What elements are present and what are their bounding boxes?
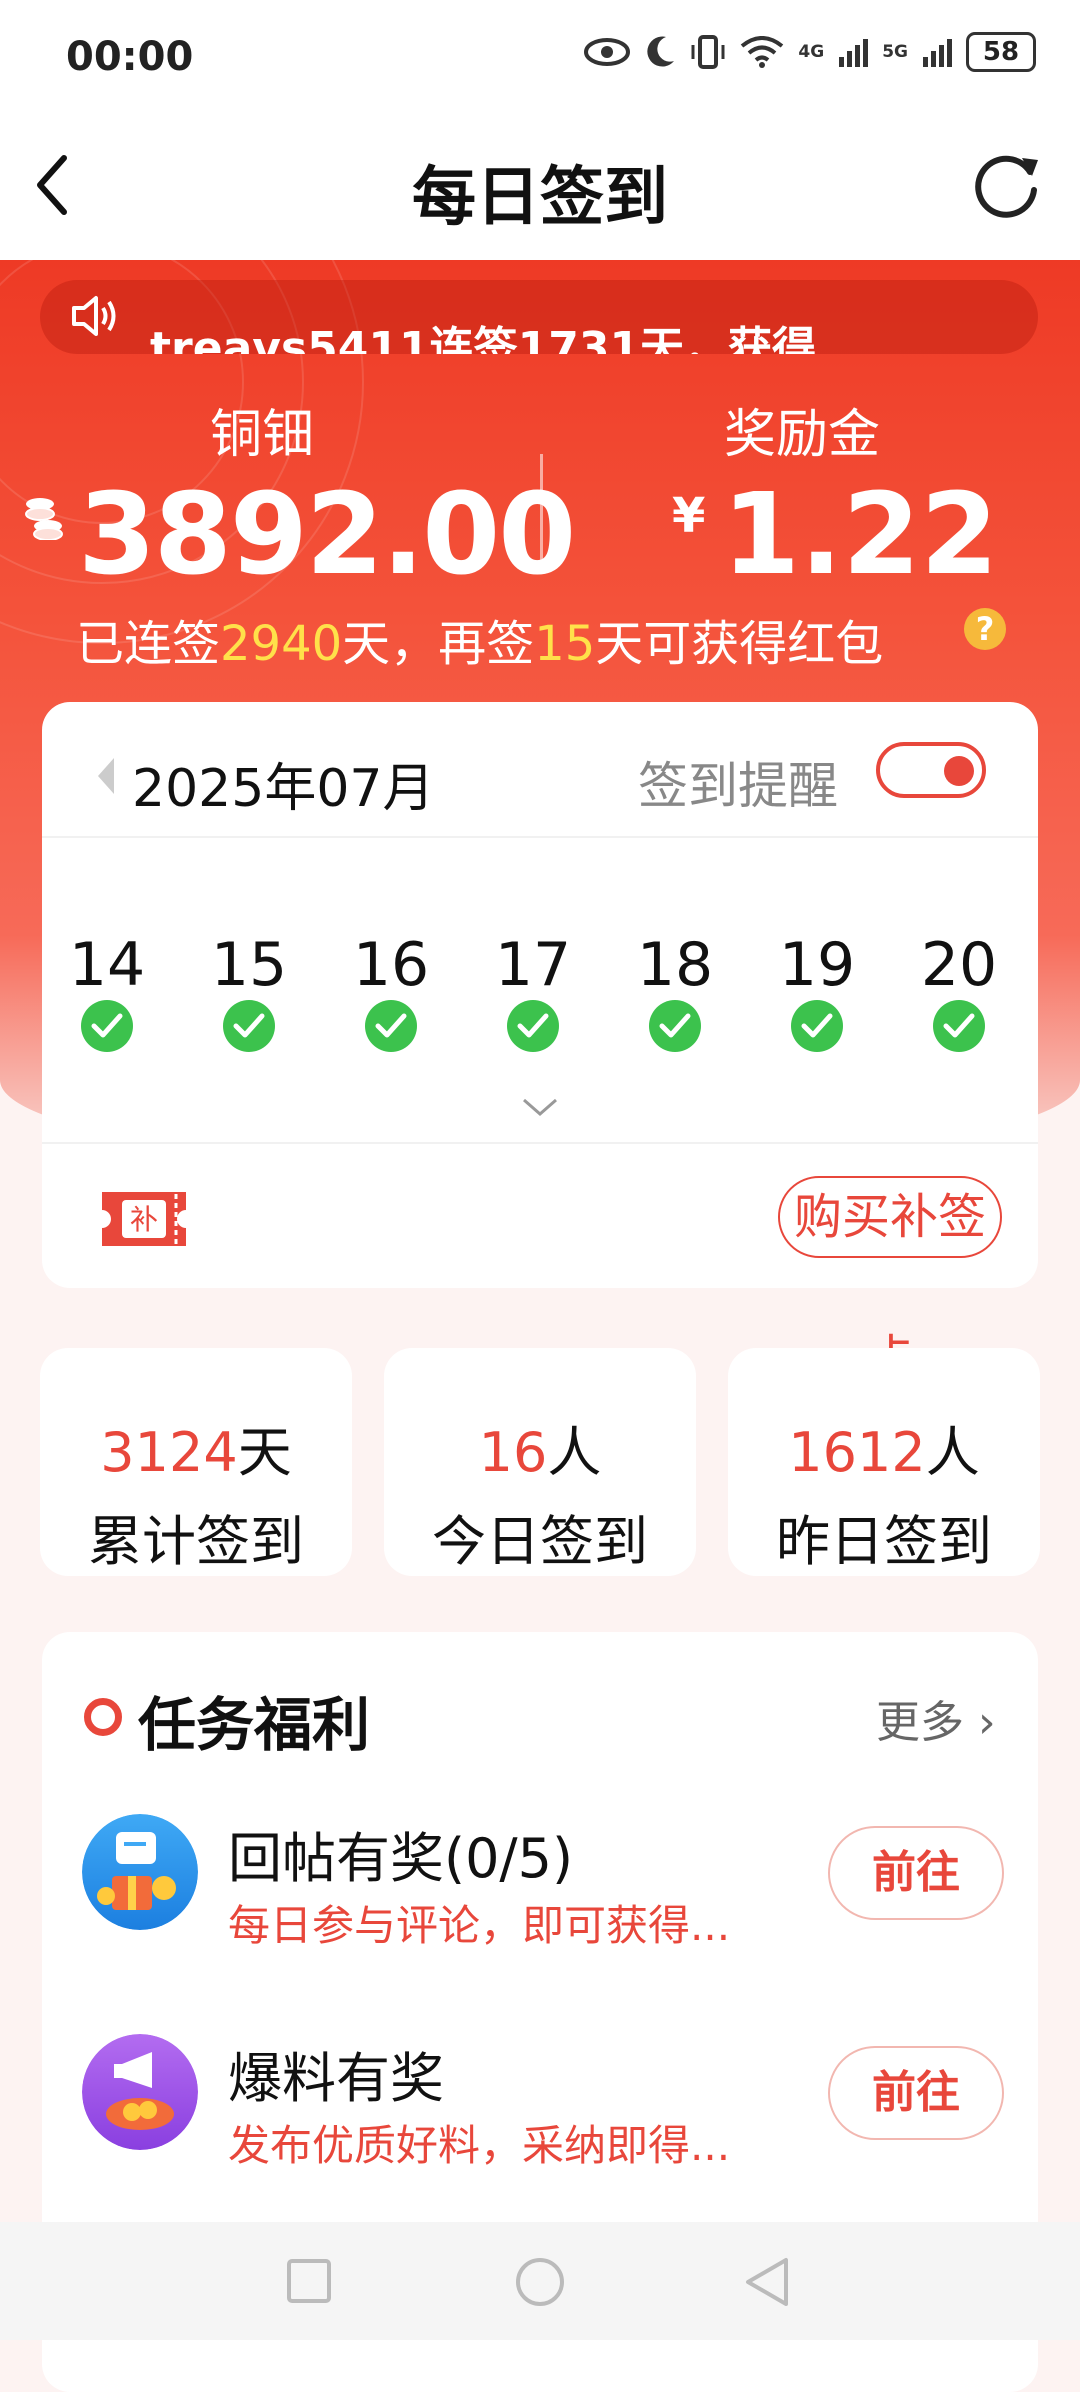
task-name: 回帖有奖(0/5) xyxy=(228,1827,574,1890)
stat-value: 1612人 xyxy=(728,1408,1040,1487)
stat-today-checkins: 16人 今日签到 xyxy=(384,1348,696,1576)
stat-total-checkins: 3124天 累计签到 xyxy=(40,1348,352,1576)
chevron-right-icon: › xyxy=(978,1697,996,1748)
stat-number: 1612 xyxy=(788,1421,926,1484)
system-nav-bar xyxy=(0,2222,1080,2340)
megaphone-reward-icon xyxy=(82,2034,198,2150)
refresh-icon[interactable] xyxy=(972,150,1042,220)
streak-remaining: 15 xyxy=(534,616,596,672)
streak-days: 2940 xyxy=(220,616,343,672)
calendar-day[interactable]: 19 xyxy=(752,930,882,1052)
checked-icon xyxy=(649,1000,701,1052)
stat-value: 16人 xyxy=(384,1408,696,1487)
checked-icon xyxy=(507,1000,559,1052)
calendar-day[interactable]: 17 xyxy=(468,930,598,1052)
day-number: 20 xyxy=(920,930,998,1000)
day-number: 18 xyxy=(636,930,714,1000)
stat-value: 3124天 xyxy=(40,1408,352,1487)
day-number: 17 xyxy=(494,930,572,1000)
buy-makeup-card-button[interactable]: 购买补签 xyxy=(778,1176,1002,1258)
coin-balance: 3892.00 xyxy=(78,470,576,600)
checked-icon xyxy=(223,1000,275,1052)
coin-stack-icon xyxy=(25,498,63,540)
go-button[interactable]: 前往 xyxy=(828,1826,1004,1920)
ticket-text: 补 xyxy=(130,1203,158,1236)
status-time: 00:00 xyxy=(66,34,194,80)
streak-suffix: 天可获得红包 xyxy=(595,616,884,672)
stat-unit: 人 xyxy=(547,1421,602,1484)
calendar-day[interactable]: 18 xyxy=(610,930,740,1052)
chevron-down-icon[interactable] xyxy=(520,1096,560,1120)
battery-indicator: 58 xyxy=(966,32,1036,72)
bonus-balance: 1.22 xyxy=(722,470,999,600)
stat-number: 16 xyxy=(478,1421,548,1484)
toggle-knob xyxy=(944,756,974,786)
announcement-ticker[interactable]: treavs5411连签1731天，获得 xyxy=(40,280,1038,354)
network-4g-label: 4G xyxy=(798,42,825,62)
moon-icon xyxy=(647,36,675,67)
streak-prefix: 已连签 xyxy=(76,616,221,672)
page-title: 每日签到 xyxy=(412,161,668,235)
home-icon[interactable] xyxy=(514,2256,566,2308)
stat-label: 今日签到 xyxy=(432,1510,648,1573)
back-nav-icon[interactable] xyxy=(744,2256,790,2308)
currency-symbol: ¥ xyxy=(672,488,706,544)
checked-icon xyxy=(81,1000,133,1052)
day-number: 16 xyxy=(352,930,430,1000)
signal-icon xyxy=(839,39,869,67)
status-bar: 00:00 4G 5G 58 xyxy=(0,0,1080,120)
stat-unit: 天 xyxy=(237,1421,292,1484)
recent-apps-icon[interactable] xyxy=(286,2258,332,2304)
signal-icon xyxy=(923,39,952,67)
section-title: 任务福利 xyxy=(138,1691,371,1759)
network-5g-label: 5G xyxy=(882,42,908,62)
calendar-month: 2025年07月 xyxy=(132,759,435,819)
divider xyxy=(42,1142,1038,1144)
task-item: 爆料有奖 发布优质好料，采纳即得... 前往 xyxy=(42,2034,1038,2194)
streak-info: 已连签2940天，再签15天可获得红包 xyxy=(76,604,883,674)
more-link[interactable]: 更多 › xyxy=(876,1686,996,1750)
speaker-icon xyxy=(72,296,116,336)
eye-icon xyxy=(584,38,631,66)
calendar-card: 2025年07月 签到提醒 14 15 16 17 18 19 20 补 购买补… xyxy=(42,702,1038,1288)
task-description: 发布优质好料，采纳即得... xyxy=(228,2121,731,2170)
app-header: 每日签到 xyxy=(0,120,1080,260)
stat-number: 3124 xyxy=(100,1421,238,1484)
checked-icon xyxy=(791,1000,843,1052)
task-description: 每日参与评论，即可获得... xyxy=(228,1901,731,1950)
go-button[interactable]: 前往 xyxy=(828,2046,1004,2140)
stat-label: 累计签到 xyxy=(88,1510,304,1573)
ticker-text: treavs5411连签1731天，获得 xyxy=(150,323,817,354)
checked-icon xyxy=(933,1000,985,1052)
day-number: 15 xyxy=(210,930,288,1000)
more-label: 更多 xyxy=(876,1697,964,1748)
status-icons: 4G 5G 58 xyxy=(584,32,1036,72)
coin-label: 铜钿 xyxy=(210,405,315,465)
reminder-toggle[interactable] xyxy=(876,742,986,798)
day-number: 19 xyxy=(778,930,856,1000)
comment-reward-icon xyxy=(82,1814,198,1930)
section-bullet-icon xyxy=(84,1698,122,1736)
wifi-icon xyxy=(741,36,784,68)
stat-label: 昨日签到 xyxy=(776,1510,992,1573)
vibrate-icon xyxy=(691,35,725,69)
calendar-day[interactable]: 16 xyxy=(326,930,456,1052)
streak-mid: 天，再签 xyxy=(342,616,535,672)
stat-unit: 人 xyxy=(925,1421,980,1484)
divider xyxy=(42,836,1038,838)
task-name: 爆料有奖 xyxy=(228,2047,444,2110)
help-icon[interactable]: ? xyxy=(964,608,1006,650)
task-item: 回帖有奖(0/5) 每日参与评论，即可获得... 前往 xyxy=(42,1814,1038,1974)
stat-yesterday-checkins: 1612人 昨日签到 xyxy=(728,1348,1040,1576)
calendar-day[interactable]: 15 xyxy=(184,930,314,1052)
calendar-day[interactable]: 14 xyxy=(42,930,172,1052)
calendar-day[interactable]: 20 xyxy=(894,930,1024,1052)
day-number: 14 xyxy=(68,930,146,1000)
bonus-label: 奖励金 xyxy=(724,405,881,465)
makeup-ticket-icon: 补 xyxy=(102,1192,186,1246)
balance-divider xyxy=(540,454,543,574)
prev-month-icon[interactable] xyxy=(98,758,114,794)
reminder-label: 签到提醒 xyxy=(638,757,838,815)
checked-icon xyxy=(365,1000,417,1052)
